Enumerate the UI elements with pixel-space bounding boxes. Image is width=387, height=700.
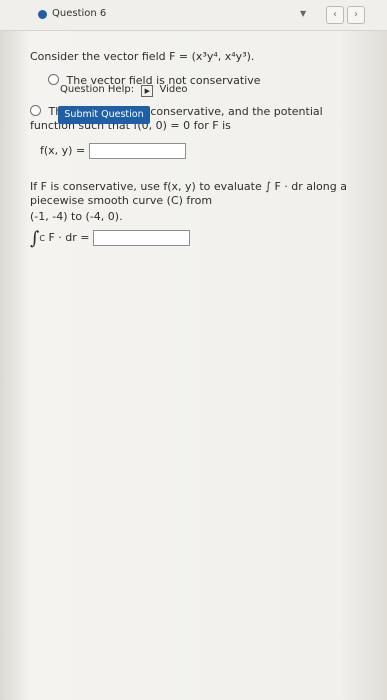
curve-subscript: C [39,234,45,243]
integral-label: F · dr = [48,231,90,244]
evaluate-instruction: If F is conservative, use f(x, y) to eva… [30,180,347,207]
problem-intro: Consider the vector field F = (x³y⁴, x⁴y… [30,50,255,63]
previous-question-button[interactable]: ‹ [326,6,344,24]
potential-function-row: f(x, y) = [40,143,186,159]
video-link[interactable]: Video [159,84,187,95]
curve-range: (-1, -4) to (-4, 0). [30,210,123,223]
question-title: Question 6 [52,8,107,19]
submit-question-button[interactable]: Submit Question [58,106,150,124]
radio-button[interactable] [48,74,59,85]
question-status-icon [38,10,47,19]
video-icon[interactable]: ▶ [141,85,154,97]
help-label: Question Help: [60,84,135,95]
question-header: Question 6 ▼ ‹ › [0,0,387,31]
next-question-button[interactable]: › [347,6,365,24]
integral-icon: ∫ [30,228,40,249]
question-dropdown[interactable]: ▼ [300,9,306,18]
fxy-label: f(x, y) = [40,144,86,157]
question-help: Question Help: ▶ Video [60,84,187,97]
integral-input[interactable] [93,230,191,246]
integral-row: ∫C F · dr = [30,228,191,249]
potential-function-input[interactable] [88,143,186,159]
radio-button[interactable] [30,105,41,116]
